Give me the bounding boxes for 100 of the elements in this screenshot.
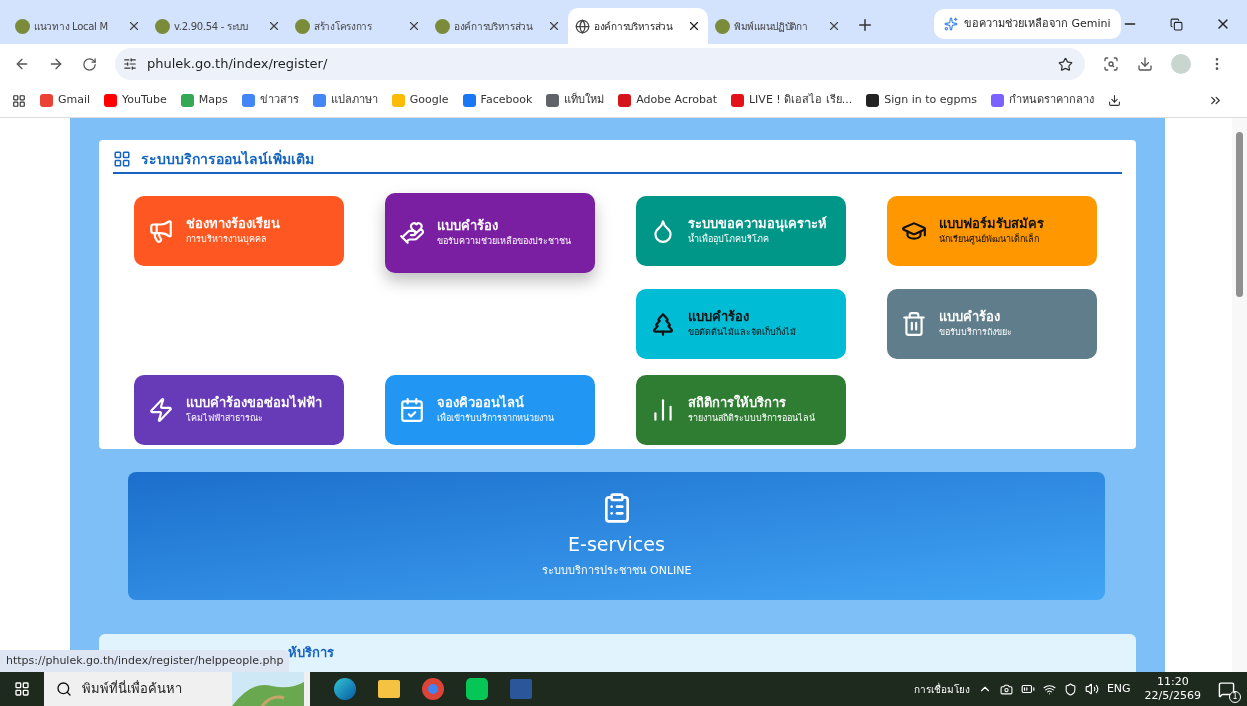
service-card[interactable]: แบบคำร้อง ขอรับความช่วยเหลือของประชาชน	[385, 193, 595, 273]
tree-icon	[650, 311, 676, 337]
card-subtitle: การบริหารงานบุคคล	[186, 233, 268, 247]
address-bar[interactable]: phulek.go.th/index/register/	[115, 48, 1085, 80]
bookmark-label: Maps	[198, 92, 228, 109]
bookmark-label: ข่าวสาร	[259, 92, 299, 109]
browser-tab[interactable]: องค์การบริหารส่วน	[428, 8, 568, 44]
site-settings-icon[interactable]	[123, 57, 137, 71]
banner-title: E-services	[568, 532, 665, 558]
site-logo-icon	[435, 18, 450, 34]
section-title: ห้บริการ	[288, 644, 334, 660]
browser-tab[interactable]: สร้างโครงการ	[288, 8, 428, 44]
bookmark-link[interactable]: ข่าวสาร	[241, 92, 299, 109]
lens-icon[interactable]	[1103, 56, 1119, 72]
close-icon[interactable]	[127, 19, 141, 33]
scrollbar[interactable]	[1232, 118, 1247, 672]
bookmark-label: แท็บใหม่	[564, 92, 605, 109]
search-input[interactable]: พิมพ์ที่นี่เพื่อค้นหา	[82, 679, 222, 699]
card-title: ช่องทางร้องเรียน	[186, 215, 280, 232]
browser-tab[interactable]: องค์การบริหารส่วน	[568, 8, 708, 44]
browser-tab[interactable]: พิมพ์แผนปฏิบัติกา	[708, 8, 848, 44]
site-logo-icon	[295, 18, 310, 34]
speaker-icon[interactable]	[1084, 682, 1099, 696]
bookmark-label: Gmail	[58, 92, 91, 109]
scrollbar-thumb[interactable]	[1236, 132, 1243, 297]
bookmark-link[interactable]: แปลภาษา	[312, 92, 378, 109]
reload-icon[interactable]	[82, 56, 97, 72]
service-card[interactable]: ระบบขอความอนุเคราะห์ น้ำเพื่ออุปโภคบริโภค	[636, 196, 846, 266]
close-icon[interactable]	[267, 19, 281, 33]
back-icon[interactable]	[14, 56, 30, 72]
chrome-app-icon[interactable]	[422, 678, 444, 700]
clock-date: 22/5/2569	[1144, 689, 1201, 703]
notification-count: 1	[1229, 691, 1241, 703]
lightning-icon	[148, 397, 174, 423]
megaphone-icon	[148, 218, 174, 244]
gemini-button[interactable]: ขอความช่วยเหลือจาก Gemini	[934, 9, 1121, 39]
shield-icon[interactable]	[1063, 682, 1077, 696]
card-title: แบบคำร้อง	[688, 308, 750, 325]
service-card[interactable]: แบบคำร้อง ขอตัดต้นไม้และจัดเก็บกิ่งไม้	[636, 289, 846, 359]
close-icon[interactable]	[827, 19, 841, 33]
service-card[interactable]: แบบคำร้อง ขอรับบริการถังขยะ	[887, 289, 1097, 359]
tab-title: สร้างโครงการ	[314, 19, 373, 34]
bookmark-link[interactable]: Sign in to egpms	[866, 92, 977, 109]
bookmark-link[interactable]: กำหนดราคากลาง	[990, 92, 1094, 109]
download-icon[interactable]	[1107, 94, 1121, 107]
tab-title: พิมพ์แผนปฏิบัติกา	[734, 19, 809, 34]
new-tab-icon[interactable]	[856, 16, 874, 34]
card-title: สถิติการให้บริการ	[688, 394, 787, 411]
clock-time: 11:20	[1156, 675, 1189, 689]
tab-title: v.2.90.54 - ระบบ	[174, 19, 249, 34]
service-card[interactable]: แบบคำร้องขอซ่อมไฟฟ้า โคมไฟฟ้าสาธารณะ	[134, 375, 344, 445]
close-icon[interactable]	[687, 19, 701, 33]
card-title: แบบฟอร์มรับสมัคร	[939, 215, 1044, 232]
windows-logo-icon	[14, 681, 30, 697]
apps-icon[interactable]	[12, 93, 26, 108]
restore-icon[interactable]	[1170, 17, 1183, 31]
section-title: ระบบบริการออนไลน์เพิ่มเติม	[141, 148, 314, 169]
taskbar-search-field[interactable]: พิมพ์ที่นี่เพื่อค้นหา	[44, 672, 310, 706]
tab-title: แนวทาง Local M	[34, 19, 109, 34]
trash-can-icon	[901, 311, 927, 337]
battery-icon[interactable]	[1020, 682, 1035, 696]
language-indicator[interactable]: ENG	[1106, 680, 1131, 698]
bookmark-link[interactable]: Maps	[180, 92, 228, 109]
card-subtitle: รายงานสถิติระบบบริการออนไลน์	[688, 412, 815, 425]
browser-tab[interactable]: v.2.90.54 - ระบบ	[148, 8, 288, 44]
clock[interactable]: 11:20 22/5/2569	[1144, 675, 1201, 703]
globe-icon	[575, 18, 590, 34]
bookmark-label: Sign in to egpms	[884, 92, 977, 109]
close-icon[interactable]	[547, 19, 561, 33]
sparkle-icon	[944, 17, 958, 31]
forward-icon[interactable]	[48, 56, 64, 72]
bookmark-link[interactable]: Google	[391, 92, 449, 109]
site-logo-icon	[15, 18, 30, 34]
bookmark-link[interactable]: Gmail	[40, 92, 91, 109]
bookmark-label: Facebook	[480, 92, 533, 109]
service-card[interactable]: สถิติการให้บริการ รายงานสถิติระบบบริการออนไลน์	[636, 375, 846, 445]
star-icon[interactable]	[1058, 56, 1073, 72]
close-icon[interactable]	[407, 19, 421, 33]
card-title: ระบบขอความอนุเคราะห์	[688, 215, 827, 232]
bookmark-label: แปลภาษา	[330, 92, 378, 109]
card-subtitle: ขอรับบริการถังขยะ	[939, 326, 1012, 339]
bookmark-link[interactable]: YouTube	[104, 92, 167, 109]
url-text: phulek.go.th/index/register/	[147, 55, 329, 74]
wifi-icon[interactable]	[1042, 682, 1056, 696]
card-title: แบบคำร้องขอซ่อมไฟฟ้า	[186, 394, 322, 411]
site-logo-icon	[715, 18, 730, 34]
card-title: แบบคำร้อง	[437, 217, 499, 234]
network-label: การเชื่อมโยง	[913, 681, 970, 697]
bookmark-link[interactable]: แท็บใหม่	[546, 92, 605, 109]
card-title: แบบคำร้อง	[939, 308, 1001, 325]
browser-tab[interactable]: แนวทาง Local M	[8, 8, 148, 44]
bookmark-link[interactable]: Adobe Acrobat	[618, 92, 717, 109]
e-services-banner[interactable]: E-services ระบบบริการประชาชน ONLINE	[128, 471, 1105, 600]
camera-icon[interactable]	[999, 682, 1013, 696]
calendar-check-icon	[399, 397, 425, 423]
hand-heart-icon	[399, 220, 425, 246]
service-card[interactable]: แบบฟอร์มรับสมัคร นักเรียนศูนย์พัฒนาเด็กเล็ก	[887, 196, 1097, 266]
bookmark-label: กำหนดราคากลาง	[1008, 92, 1094, 109]
download-icon[interactable]	[1137, 56, 1153, 72]
bookmark-link[interactable]: Facebook	[462, 92, 533, 109]
